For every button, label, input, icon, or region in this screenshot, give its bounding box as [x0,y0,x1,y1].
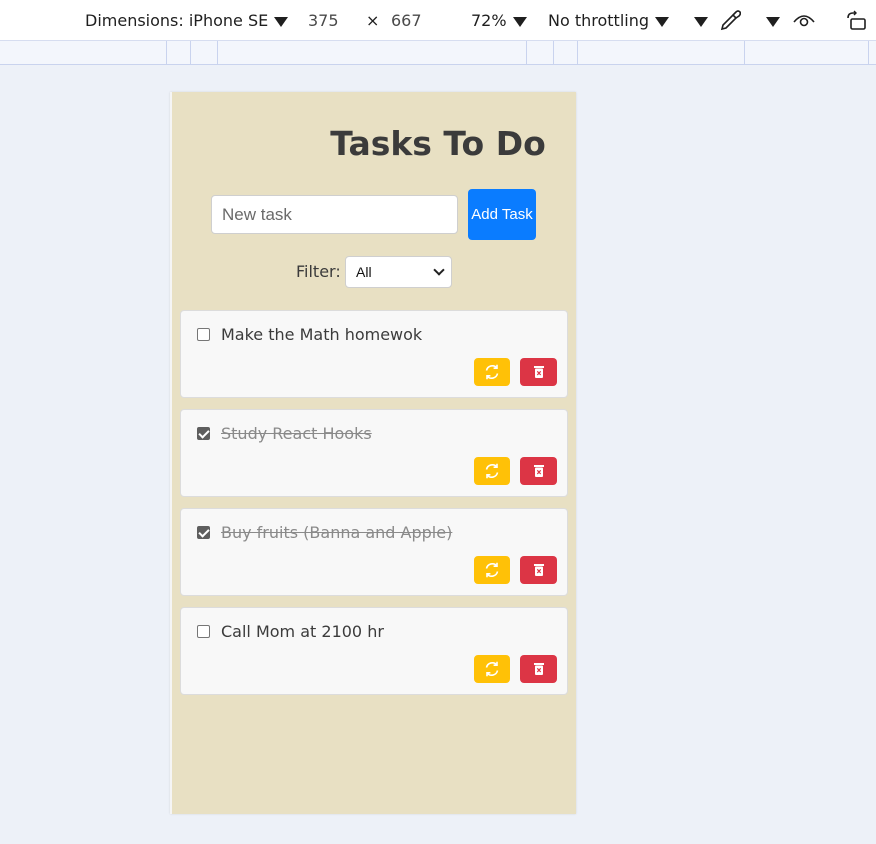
more-options-dropdown[interactable] [688,10,708,32]
devtools-toolbar: Dimensions: iPhone SE 375 × 667 72% No t… [0,0,876,40]
delete-task-button[interactable] [520,655,557,683]
delete-task-button[interactable] [520,358,557,386]
rotate-icon[interactable] [845,10,869,32]
refresh-icon [485,364,499,380]
task-text: Make the Math homewok [221,325,423,344]
task-item: Study React Hooks [180,409,568,497]
chevron-down-icon [655,16,670,27]
task-checkbox[interactable] [197,328,210,341]
task-item: Call Mom at 2100 hr [180,607,568,695]
delete-task-button[interactable] [520,556,557,584]
task-checkbox[interactable] [197,427,210,440]
throttling-dropdown[interactable]: No throttling [548,10,670,32]
chevron-down-icon [274,16,289,27]
chevron-down-icon [694,16,708,27]
ruler-divider [868,41,869,65]
refresh-task-button[interactable] [474,556,510,584]
trash-icon [533,663,544,675]
chevron-down-icon [512,16,527,27]
filter-selected-value: All [356,264,372,280]
task-checkbox[interactable] [197,625,210,638]
task-checkbox[interactable] [197,526,210,539]
chevron-down-icon [766,16,780,27]
trash-icon [533,564,544,576]
ruler-divider [744,41,745,65]
refresh-task-button[interactable] [474,358,510,386]
times-icon: × [366,11,380,30]
chevron-down-icon [433,264,445,276]
vision-dropdown[interactable] [760,10,780,32]
task-text: Study React Hooks [221,424,372,443]
ruler-divider [166,41,167,65]
eyedropper-icon[interactable] [719,8,742,31]
task-text: Buy fruits (Banna and Apple) [221,523,453,542]
filter-label: Filter: [296,262,341,281]
ruler-divider [190,41,191,65]
throttling-label: No throttling [548,11,650,30]
ruler-divider [526,41,527,65]
width-input[interactable]: 375 [308,10,339,32]
ruler-divider [217,41,218,65]
refresh-task-button[interactable] [474,457,510,485]
delete-task-button[interactable] [520,457,557,485]
page-title: Tasks To Do [330,124,546,163]
task-item: Make the Math homewok [180,310,568,398]
add-task-button[interactable]: Add Task [468,189,536,240]
height-input[interactable]: 667 [391,10,422,32]
refresh-task-button[interactable] [474,655,510,683]
zoom-dropdown[interactable]: 72% [471,10,527,32]
refresh-icon [485,661,499,677]
refresh-icon [485,562,499,578]
trash-icon [533,366,544,378]
refresh-icon [485,463,499,479]
task-item: Buy fruits (Banna and Apple) [180,508,568,596]
dimensions-label: Dimensions: iPhone SE [85,11,269,30]
ruler-divider [577,41,578,65]
ruler-divider [553,41,554,65]
task-text: Call Mom at 2100 hr [221,622,384,641]
new-task-input[interactable] [211,195,458,234]
zoom-label: 72% [471,11,507,30]
trash-icon [533,465,544,477]
dimensions-dropdown[interactable]: Dimensions: iPhone SE [85,10,289,32]
filter-select[interactable]: All [345,256,452,288]
eye-icon[interactable] [792,10,816,32]
media-query-ruler[interactable] [0,40,876,65]
